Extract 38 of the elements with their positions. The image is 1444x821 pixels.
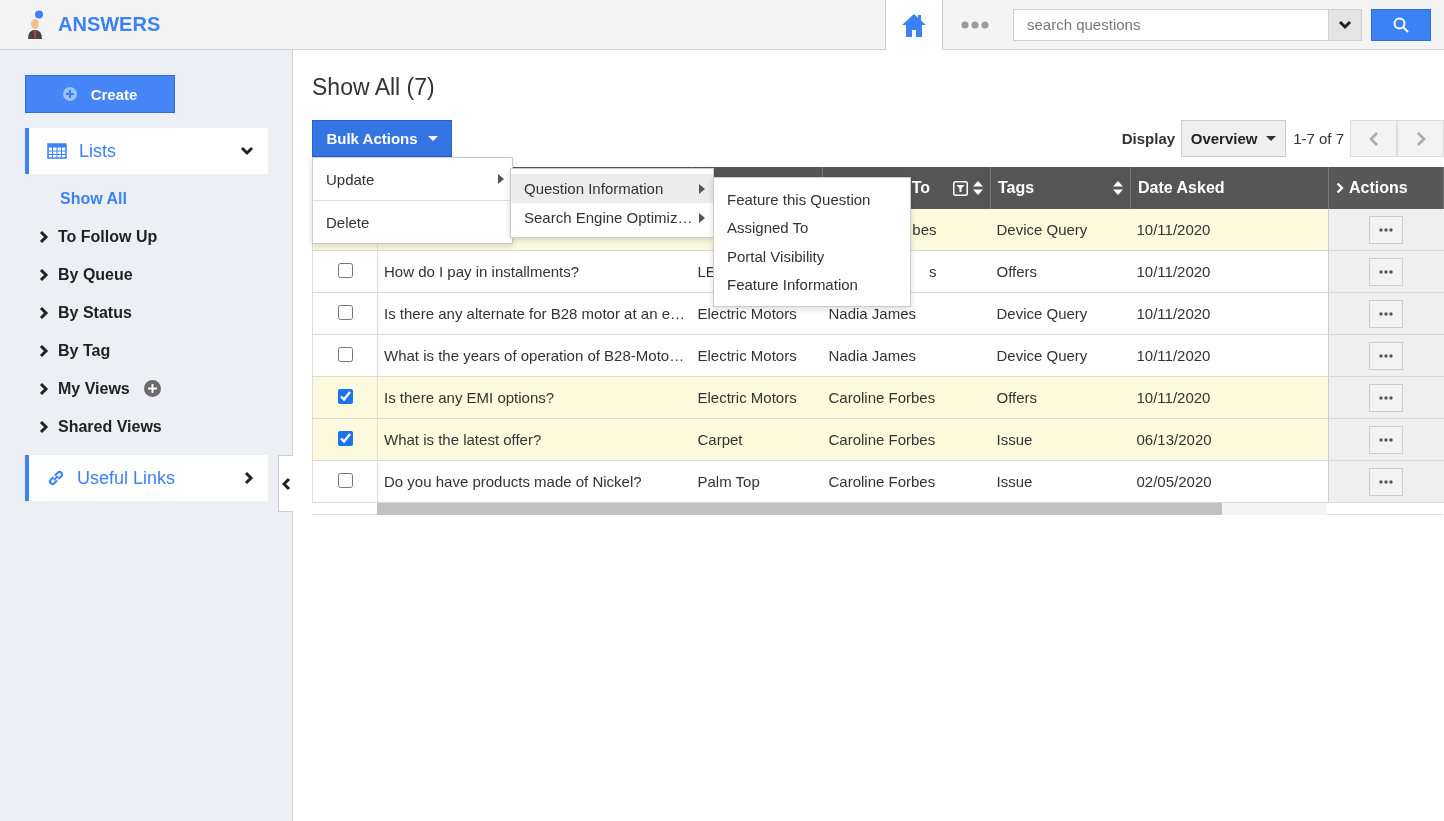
tag-cell: Device Query bbox=[996, 347, 1088, 364]
display-label: Display bbox=[1121, 130, 1176, 147]
tag-cell: Issue bbox=[996, 431, 1033, 448]
assignee-cell: Nadia James bbox=[828, 347, 917, 364]
date-cell: 10/11/2020 bbox=[1136, 221, 1211, 238]
tag-cell: Issue bbox=[996, 473, 1033, 490]
date-cell: 10/11/2020 bbox=[1136, 305, 1211, 322]
section-title: Lists bbox=[79, 140, 117, 162]
assignee-cell: Caroline Forbes bbox=[828, 473, 936, 490]
category-cell: Electric Motors bbox=[697, 389, 797, 406]
question-cell: What is the years of operation of B28-Moto… bbox=[384, 347, 685, 364]
question-cell: Is there any alternate for B28 motor at an e… bbox=[384, 305, 685, 322]
app-name: ANSWERS bbox=[58, 13, 161, 36]
question-cell: What is the latest offer? bbox=[384, 431, 542, 448]
date-cell: 10/11/2020 bbox=[1136, 389, 1211, 406]
date-cell: 10/11/2020 bbox=[1136, 347, 1211, 364]
section-title: Useful Links bbox=[77, 467, 177, 489]
tag-cell: Offers bbox=[996, 263, 1038, 280]
question-cell: How do I pay in installments? bbox=[384, 263, 580, 280]
category-cell: Electric Motors bbox=[697, 305, 797, 322]
question-cell: Do you have products made of Nickel? bbox=[384, 473, 642, 490]
category-cell: Carpet bbox=[697, 431, 743, 448]
category-cell: Palm Top bbox=[697, 473, 760, 490]
category-cell: Electric Motors bbox=[697, 347, 797, 364]
page-title: Show All (7) bbox=[312, 74, 436, 101]
page-range: 1-7 of 7 bbox=[1293, 130, 1344, 147]
tag-cell: Device Query bbox=[996, 221, 1088, 238]
tag-cell: Device Query bbox=[996, 305, 1088, 322]
date-cell: 02/05/2020 bbox=[1136, 473, 1212, 490]
date-cell: 06/13/2020 bbox=[1136, 431, 1212, 448]
tag-cell: Offers bbox=[996, 389, 1038, 406]
assignee-cell: Nadia James bbox=[828, 305, 917, 322]
assignee-cell-text: s bbox=[928, 263, 937, 280]
assignee-cell: Caroline Forbes bbox=[828, 431, 936, 448]
date-cell: 10/11/2020 bbox=[1136, 263, 1211, 280]
assignee-cell-text: bes bbox=[911, 221, 937, 238]
question-cell: Is there any EMI options? bbox=[384, 389, 555, 406]
assignee-cell: Caroline Forbes bbox=[828, 389, 936, 406]
